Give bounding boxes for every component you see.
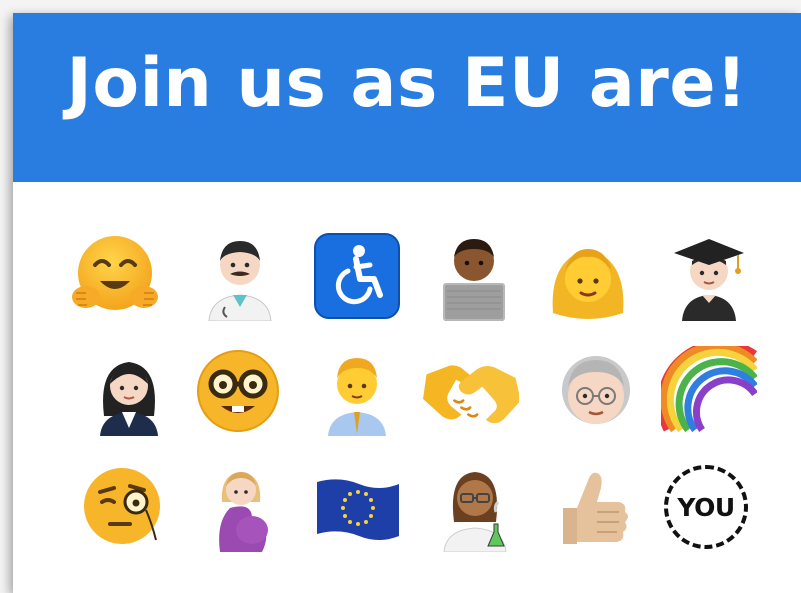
title-banner: Join us as EU are! — [13, 13, 801, 182]
blond-woman-icon — [540, 228, 636, 324]
you-badge-label: YOU — [664, 465, 748, 549]
older-person-icon — [548, 343, 644, 439]
eu-flag-icon — [310, 459, 406, 555]
male-health-worker-icon — [192, 228, 288, 324]
emoji-grid: YOU — [13, 182, 801, 593]
pregnant-woman-icon — [193, 459, 289, 555]
face-with-monocle-icon — [75, 459, 171, 555]
nerd-face-icon — [190, 343, 286, 439]
male-graduate-icon — [661, 228, 757, 324]
man-technologist-icon — [426, 228, 522, 324]
rainbow-icon — [661, 343, 757, 439]
wheelchair-symbol-icon — [309, 228, 405, 324]
man-office-worker-icon — [309, 343, 405, 439]
thumbs-up-icon — [544, 459, 640, 555]
hugging-face-icon — [67, 228, 163, 324]
handshake-icon — [423, 343, 519, 439]
woman-scientist-icon — [427, 459, 523, 555]
banner-title: Join us as EU are! — [66, 44, 748, 123]
poster-card: Join us as EU are! YOU — [13, 13, 801, 593]
woman-office-worker-icon — [81, 343, 177, 439]
you-badge-icon: YOU — [658, 459, 754, 555]
